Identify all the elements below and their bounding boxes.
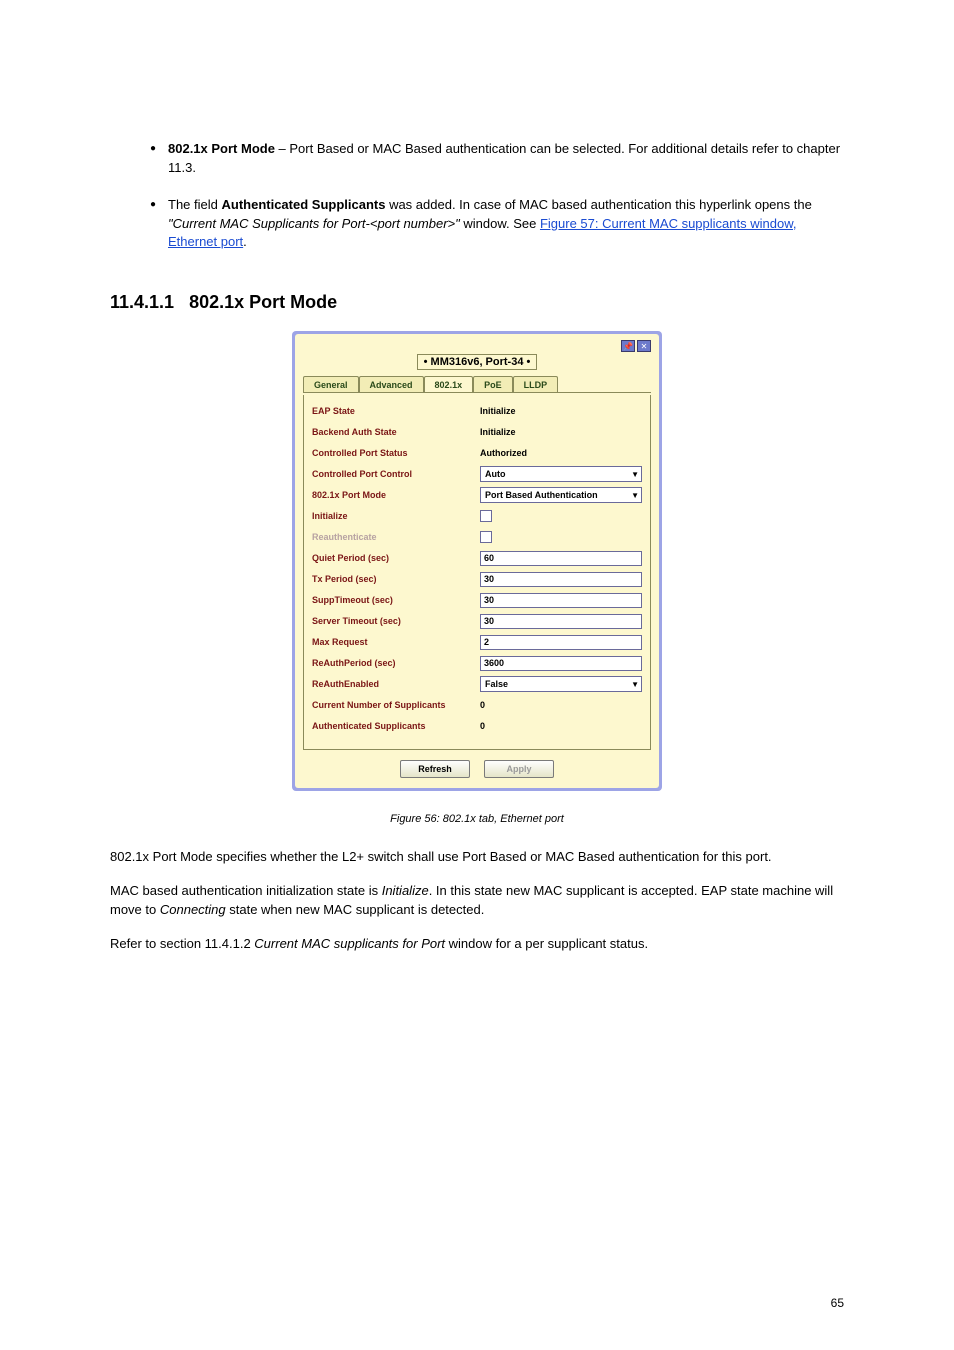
bullet2-end: . <box>243 234 247 249</box>
eap-state-label: EAP State <box>312 406 480 416</box>
supp-timeout-label: SuppTimeout (sec) <box>312 595 480 605</box>
close-icon[interactable]: ✕ <box>637 340 651 352</box>
server-timeout-label: Server Timeout (sec) <box>312 616 480 626</box>
tab-8021x[interactable]: 802.1x <box>424 376 474 392</box>
chevron-down-icon: ▼ <box>631 491 639 500</box>
paragraph: MAC based authentication initialization … <box>110 881 844 920</box>
tab-lldp[interactable]: LLDP <box>513 376 559 392</box>
refresh-button[interactable]: Refresh <box>400 760 470 778</box>
tab-general[interactable]: General <box>303 376 359 392</box>
bullet2-prefix: The field <box>168 197 221 212</box>
controlled-port-control-select[interactable]: Auto▼ <box>480 466 642 482</box>
reauth-enabled-label: ReAuthEnabled <box>312 679 480 689</box>
backend-auth-value: Initialize <box>480 427 516 437</box>
initialize-checkbox[interactable] <box>480 510 492 522</box>
bullet-icon: ● <box>150 196 168 253</box>
tab-advanced[interactable]: Advanced <box>359 376 424 392</box>
auth-supplicants-label: Authenticated Supplicants <box>312 721 480 731</box>
bullet2-ital: "Current MAC Supplicants for Port-<port … <box>168 216 460 231</box>
reauth-enabled-select[interactable]: False▼ <box>480 676 642 692</box>
supp-timeout-input[interactable] <box>480 593 642 608</box>
controlled-port-control-label: Controlled Port Control <box>312 469 480 479</box>
server-timeout-input[interactable] <box>480 614 642 629</box>
dialog-screenshot: 📌 ✕ • MM316v6, Port-34 • General Advance… <box>292 331 662 791</box>
tx-period-label: Tx Period (sec) <box>312 574 480 584</box>
reauth-period-label: ReAuthPeriod (sec) <box>312 658 480 668</box>
bullet2-mid2: window. See <box>460 216 540 231</box>
section-heading: 11.4.1.1 802.1x Port Mode <box>110 292 844 313</box>
auth-supplicants-value: 0 <box>480 721 485 731</box>
section-title: 802.1x Port Mode <box>189 292 337 312</box>
tx-period-input[interactable] <box>480 572 642 587</box>
bullet1-bold: 802.1x Port Mode <box>168 141 275 156</box>
max-request-label: Max Request <box>312 637 480 647</box>
section-number: 11.4.1.1 <box>110 292 174 312</box>
backend-auth-label: Backend Auth State <box>312 427 480 437</box>
current-supplicants-label: Current Number of Supplicants <box>312 700 480 710</box>
paragraph: Refer to section 11.4.1.2 Current MAC su… <box>110 934 844 954</box>
controlled-port-status-label: Controlled Port Status <box>312 448 480 458</box>
bullet2-mid: was added. In case of MAC based authenti… <box>385 197 811 212</box>
reauthenticate-label: Reauthenticate <box>312 532 480 542</box>
bullet-icon: ● <box>150 140 168 178</box>
max-request-input[interactable] <box>480 635 642 650</box>
device-name: • MM316v6, Port-34 • <box>303 354 651 370</box>
port-mode-select[interactable]: Port Based Authentication▼ <box>480 487 642 503</box>
tab-panel: EAP StateInitialize Backend Auth StateIn… <box>303 395 651 750</box>
bullet-list: ● 802.1x Port Mode – Port Based or MAC B… <box>150 140 844 252</box>
list-item: ● 802.1x Port Mode – Port Based or MAC B… <box>150 140 844 178</box>
eap-state-value: Initialize <box>480 406 516 416</box>
current-supplicants-value: 0 <box>480 700 485 710</box>
tab-poe[interactable]: PoE <box>473 376 513 392</box>
quiet-period-label: Quiet Period (sec) <box>312 553 480 563</box>
reauthenticate-checkbox[interactable] <box>480 531 492 543</box>
port-mode-label: 802.1x Port Mode <box>312 490 480 500</box>
page-number: 65 <box>831 1296 844 1310</box>
controlled-port-status-value: Authorized <box>480 448 527 458</box>
initialize-label: Initialize <box>312 511 480 521</box>
bullet2-bold: Authenticated Supplicants <box>221 197 385 212</box>
chevron-down-icon: ▼ <box>631 470 639 479</box>
tab-bar: General Advanced 802.1x PoE LLDP <box>303 376 651 393</box>
reauth-period-input[interactable] <box>480 656 642 671</box>
apply-button[interactable]: Apply <box>484 760 554 778</box>
quiet-period-input[interactable] <box>480 551 642 566</box>
list-item: ● The field Authenticated Supplicants wa… <box>150 196 844 253</box>
figure-caption: Figure 56: 802.1x tab, Ethernet port <box>110 813 844 825</box>
pin-icon[interactable]: 📌 <box>621 340 635 352</box>
paragraph: 802.1x Port Mode specifies whether the L… <box>110 847 844 867</box>
chevron-down-icon: ▼ <box>631 680 639 689</box>
